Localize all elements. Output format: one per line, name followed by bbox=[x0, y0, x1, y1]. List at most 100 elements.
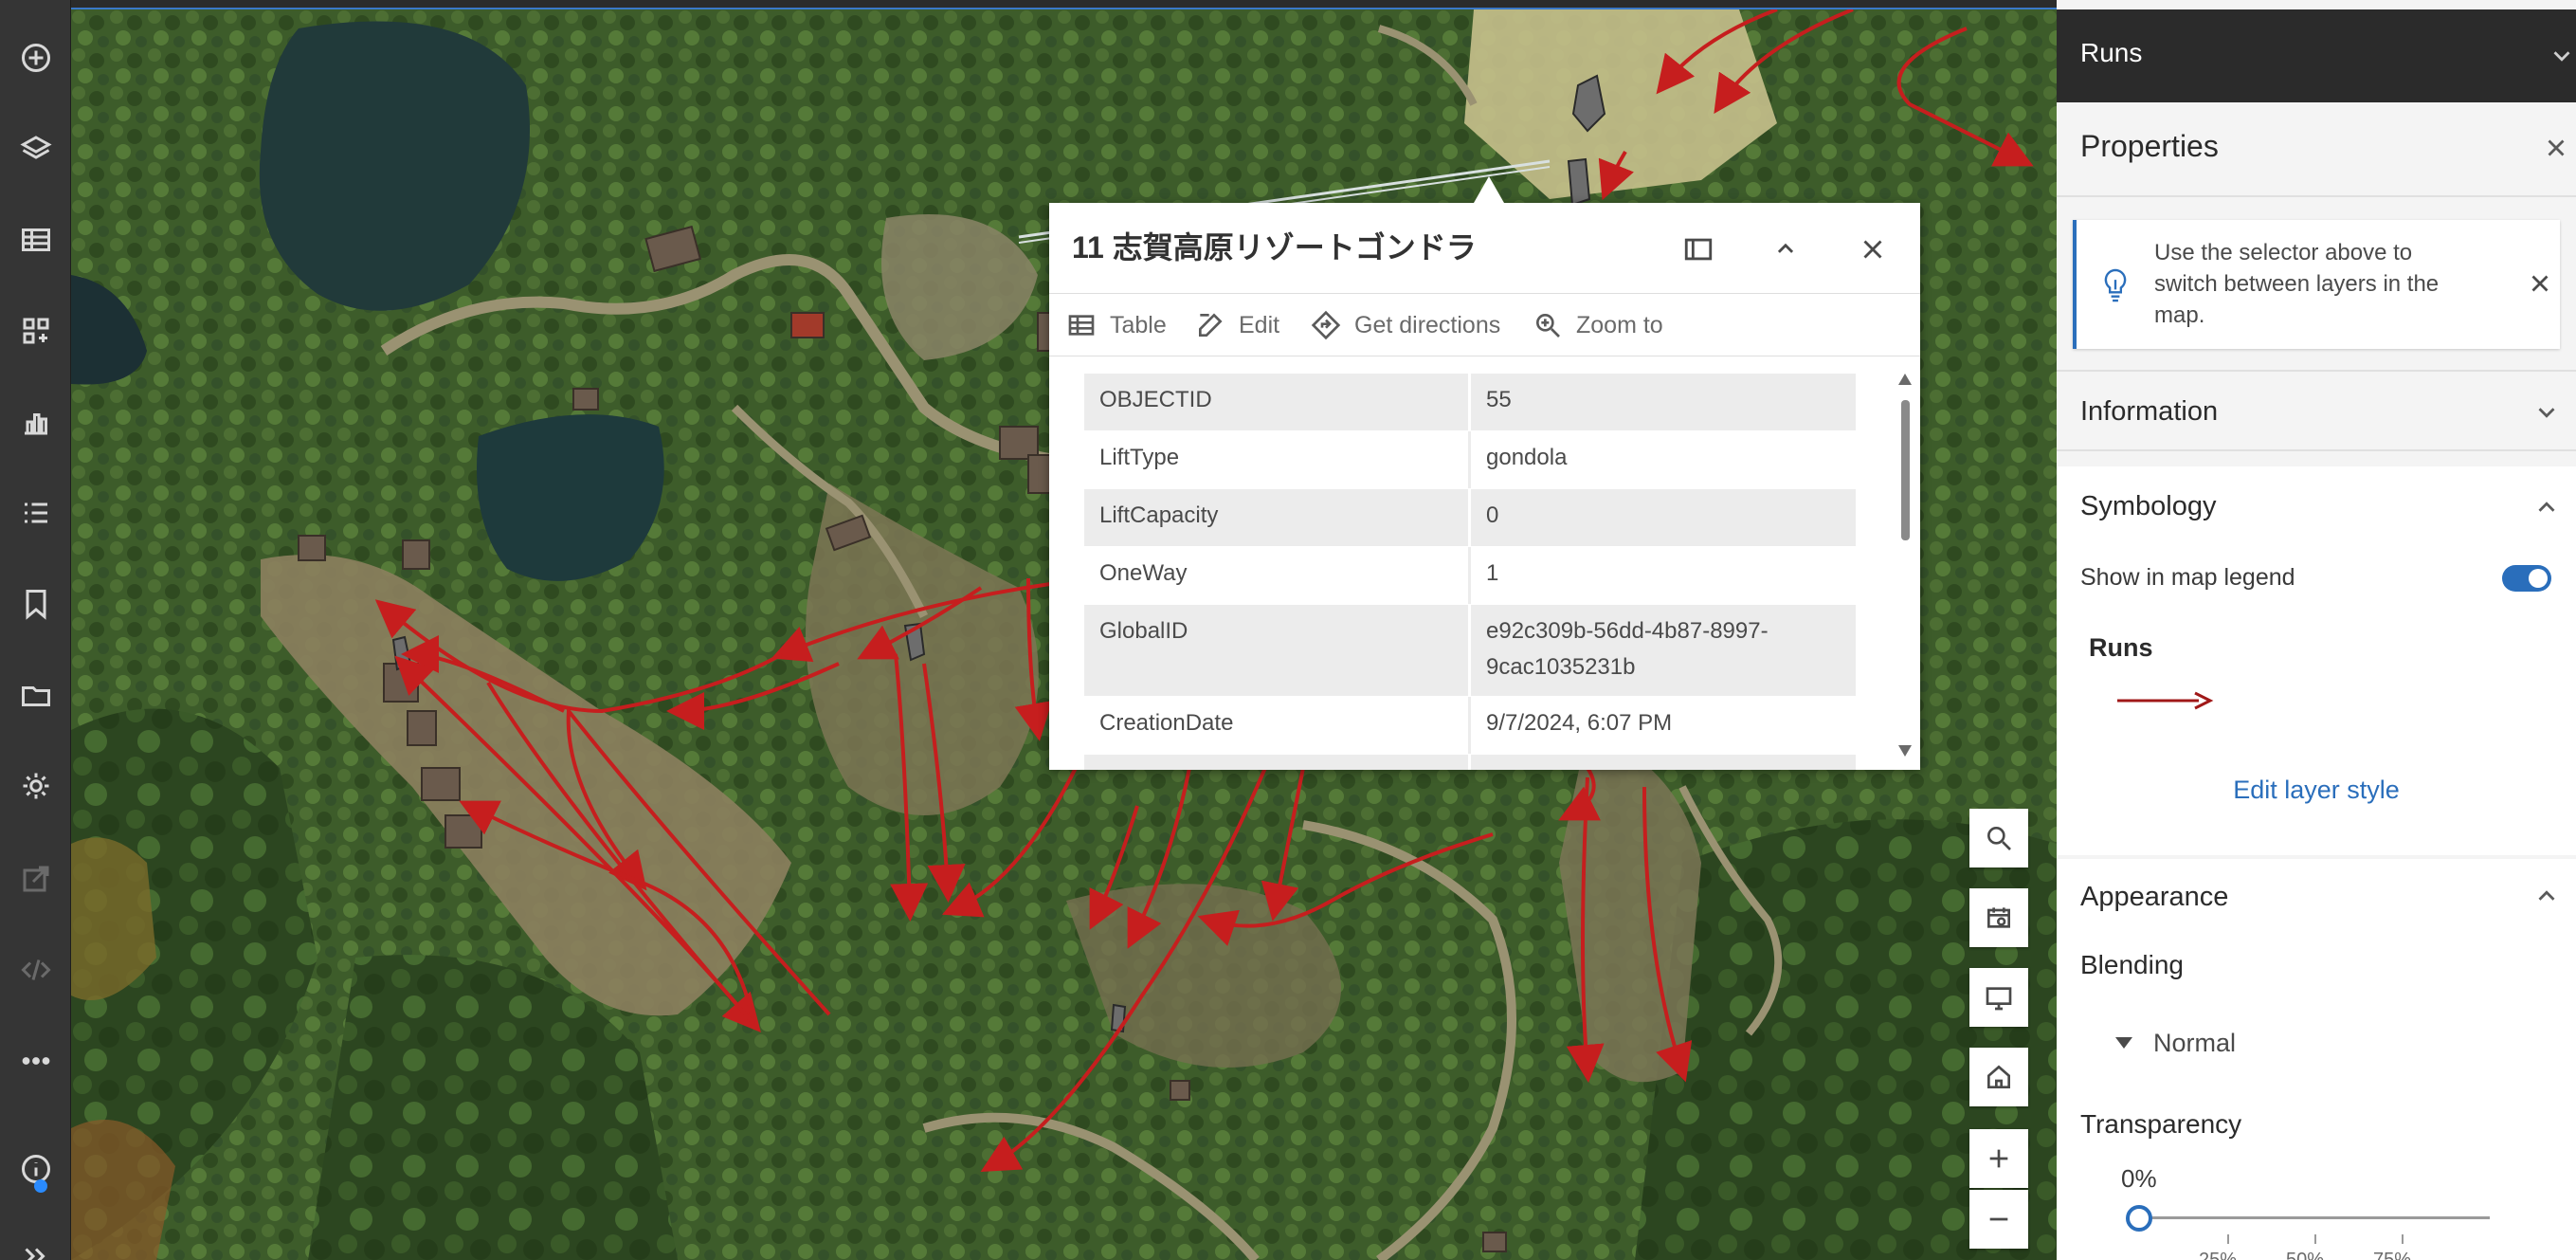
appearance-section-header[interactable]: Appearance bbox=[2080, 882, 2228, 913]
chevron-down-icon[interactable] bbox=[2532, 398, 2561, 427]
notice-banner: Use the selector above to switch between… bbox=[2073, 220, 2560, 349]
code-icon bbox=[0, 937, 71, 1003]
divider bbox=[2057, 449, 2576, 451]
show-in-legend-toggle[interactable] bbox=[2502, 565, 2551, 592]
collapse-icon[interactable] bbox=[1762, 226, 1809, 273]
transparency-slider-track[interactable] bbox=[2137, 1216, 2490, 1219]
caret-down-icon bbox=[2115, 1037, 2132, 1049]
blending-select[interactable]: Normal bbox=[2113, 1026, 2236, 1060]
show-in-legend-label: Show in map legend bbox=[2080, 564, 2295, 591]
field-value: 55 bbox=[1486, 387, 1512, 412]
toggle-knob bbox=[2529, 569, 2548, 588]
zoom-out-button[interactable] bbox=[1969, 1190, 2028, 1249]
slider-tick-label: 25% bbox=[2199, 1250, 2238, 1260]
table-row: OBJECTID 55 bbox=[1084, 374, 1856, 430]
feature-popup: 11 志賀高原リゾートゴンドラ Table Edit Get direction… bbox=[1049, 176, 1920, 770]
edit-layer-style-link[interactable]: Edit layer style bbox=[2057, 776, 2576, 805]
field-value: gondola bbox=[1486, 445, 1568, 470]
add-icon[interactable] bbox=[0, 25, 71, 91]
slider-tick bbox=[2402, 1234, 2404, 1244]
directions-icon bbox=[1311, 310, 1341, 340]
zoom-icon bbox=[1536, 314, 1560, 338]
close-icon[interactable] bbox=[1849, 226, 1896, 273]
dock-icon[interactable] bbox=[1675, 226, 1722, 273]
basemap-button[interactable] bbox=[1969, 888, 2028, 947]
panel-title: Properties bbox=[2080, 129, 2219, 163]
table-icon[interactable] bbox=[0, 207, 71, 273]
edit-action-label: Edit bbox=[1239, 311, 1280, 338]
folder-icon[interactable] bbox=[0, 662, 71, 728]
legend-layer-name: Runs bbox=[2089, 633, 2153, 662]
chevron-down-icon bbox=[2548, 42, 2576, 70]
legend-icon[interactable] bbox=[0, 480, 71, 546]
home-icon bbox=[1987, 1065, 2010, 1088]
expand-icon[interactable] bbox=[0, 1223, 71, 1260]
table-action-button[interactable]: Table bbox=[1066, 303, 1167, 347]
run-line-symbol bbox=[2117, 691, 2214, 710]
field-value-line: e92c309b-56dd-4b87-8997- bbox=[1486, 618, 1769, 644]
lightbulb-icon bbox=[2104, 268, 2127, 302]
more-icon[interactable] bbox=[0, 1028, 71, 1094]
table-row: CreationDate 9/7/2024, 6:07 PM bbox=[1084, 697, 1856, 754]
widgets-icon[interactable] bbox=[0, 298, 71, 364]
home-button[interactable] bbox=[1969, 1048, 2028, 1106]
layer-selector[interactable]: Runs bbox=[2057, 9, 2576, 102]
edit-icon bbox=[1199, 313, 1223, 337]
field-name bbox=[1084, 755, 1471, 770]
field-value: e92c309b-56dd-4b87-8997- 9cac1035231b bbox=[1471, 605, 1856, 696]
popup-actions: Table Edit Get directions Zoom to bbox=[1049, 294, 1920, 356]
popup-title: 11 志賀高原リゾートゴンドラ bbox=[1072, 230, 1477, 265]
field-value: 1 bbox=[1486, 560, 1499, 586]
directions-action-label: Get directions bbox=[1354, 311, 1501, 338]
slider-tick bbox=[2227, 1234, 2229, 1244]
zoom-in-button[interactable] bbox=[1969, 1129, 2028, 1188]
fullscreen-button[interactable] bbox=[1969, 968, 2028, 1027]
zoom-in-icon bbox=[1989, 1149, 2008, 1168]
dismiss-notice-button[interactable] bbox=[2526, 269, 2554, 298]
information-section-header[interactable]: Information bbox=[2080, 396, 2218, 428]
zoom-to-action-button[interactable]: Zoom to bbox=[1533, 303, 1663, 347]
blending-value: Normal bbox=[2153, 1028, 2237, 1057]
field-name: LiftCapacity bbox=[1084, 489, 1471, 546]
field-value-line: 9cac1035231b bbox=[1486, 654, 1636, 680]
directions-action-button[interactable]: Get directions bbox=[1311, 303, 1500, 347]
chart-icon[interactable] bbox=[0, 389, 71, 455]
slider-tick-label: 75% bbox=[2373, 1250, 2412, 1260]
field-name: LiftType bbox=[1084, 431, 1471, 488]
zoom-out-icon bbox=[1989, 1217, 2008, 1221]
properties-panel: Runs Properties Use the selector above t… bbox=[2057, 0, 2576, 1260]
table-row: GlobalID e92c309b-56dd-4b87-8997- 9cac10… bbox=[1084, 605, 1856, 696]
search-map-button[interactable] bbox=[1969, 809, 2028, 867]
search-icon bbox=[1987, 827, 2011, 850]
layer-selector-value: Runs bbox=[2080, 38, 2143, 67]
info-icon[interactable] bbox=[0, 1136, 71, 1202]
zoom-to-action-label: Zoom to bbox=[1576, 311, 1663, 338]
gear-icon[interactable] bbox=[0, 753, 71, 819]
table-action-label: Table bbox=[1110, 311, 1167, 338]
share-icon bbox=[0, 846, 71, 912]
map-top-edge bbox=[71, 0, 2057, 9]
field-name: GlobalID bbox=[1084, 605, 1471, 696]
app-root: 11 志賀高原リゾートゴンドラ Table Edit Get direction… bbox=[0, 0, 2576, 1260]
slider-tick-label: 50% bbox=[2286, 1250, 2325, 1260]
edit-action-button[interactable]: Edit bbox=[1195, 303, 1279, 347]
blending-label: Blending bbox=[2080, 950, 2184, 979]
close-panel-button[interactable] bbox=[2542, 134, 2570, 162]
chevron-up-icon[interactable] bbox=[2532, 493, 2561, 521]
popup-header: 11 志賀高原リゾートゴンドラ bbox=[1049, 203, 1920, 294]
table-icon bbox=[1068, 315, 1095, 336]
chevron-up-icon[interactable] bbox=[2532, 882, 2561, 910]
field-name: OBJECTID bbox=[1084, 374, 1471, 430]
layers-icon[interactable] bbox=[0, 116, 71, 182]
symbology-section-header[interactable]: Symbology bbox=[2080, 491, 2216, 522]
notice-text: Use the selector above to switch between… bbox=[2154, 240, 2440, 328]
screen-icon bbox=[1986, 987, 2012, 1011]
popup-scrollbar[interactable] bbox=[1896, 366, 1914, 764]
basemap-icon bbox=[1987, 907, 2010, 928]
popup-pointer bbox=[1474, 176, 1504, 203]
table-row: LiftCapacity 0 bbox=[1084, 489, 1856, 546]
slider-tick bbox=[2314, 1234, 2316, 1244]
bookmark-icon[interactable] bbox=[0, 571, 71, 637]
field-name: OneWay bbox=[1084, 547, 1471, 604]
transparency-slider-handle[interactable] bbox=[2126, 1205, 2152, 1232]
